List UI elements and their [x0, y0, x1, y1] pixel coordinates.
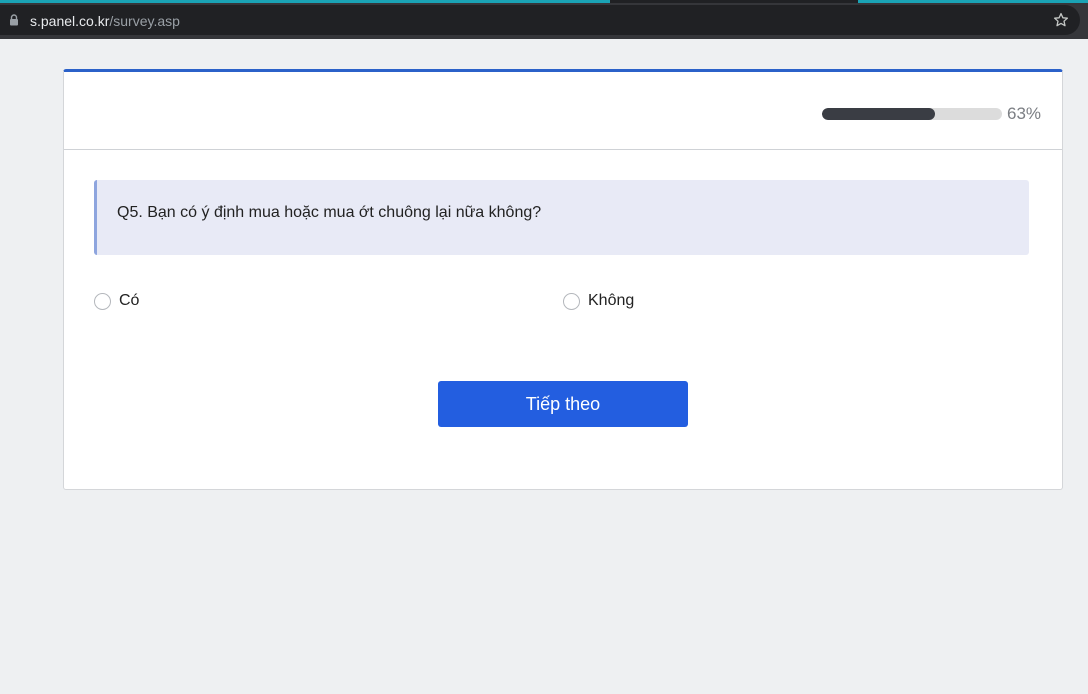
option-label[interactable]: Có: [119, 292, 139, 310]
lock-icon[interactable]: [9, 14, 19, 26]
address-bar[interactable]: s.panel.co.kr/survey.asp: [0, 5, 1080, 35]
question-box: Q5. Bạn có ý định mua hoặc mua ớt chuông…: [94, 180, 1029, 255]
url-host: s.panel.co.kr: [30, 13, 110, 29]
option-label[interactable]: Không: [588, 292, 634, 310]
browser-toolbar: s.panel.co.kr/survey.asp: [0, 3, 1088, 39]
progress-bar: [822, 108, 1002, 120]
star-icon[interactable]: [1053, 12, 1069, 28]
radio-button[interactable]: [563, 293, 580, 310]
survey-card: 63% Q5. Bạn có ý định mua hoặc mua ớt ch…: [63, 69, 1063, 490]
radio-button[interactable]: [94, 293, 111, 310]
progress-label: 63%: [1007, 104, 1042, 123]
progress-fill: [822, 108, 935, 120]
question-text: Q5. Bạn có ý định mua hoặc mua ớt chuông…: [117, 204, 542, 221]
card-header: 63%: [64, 72, 1062, 150]
url-text[interactable]: s.panel.co.kr/survey.asp: [30, 13, 180, 29]
url-path: /survey.asp: [109, 13, 180, 29]
next-button[interactable]: Tiếp theo: [438, 381, 688, 427]
